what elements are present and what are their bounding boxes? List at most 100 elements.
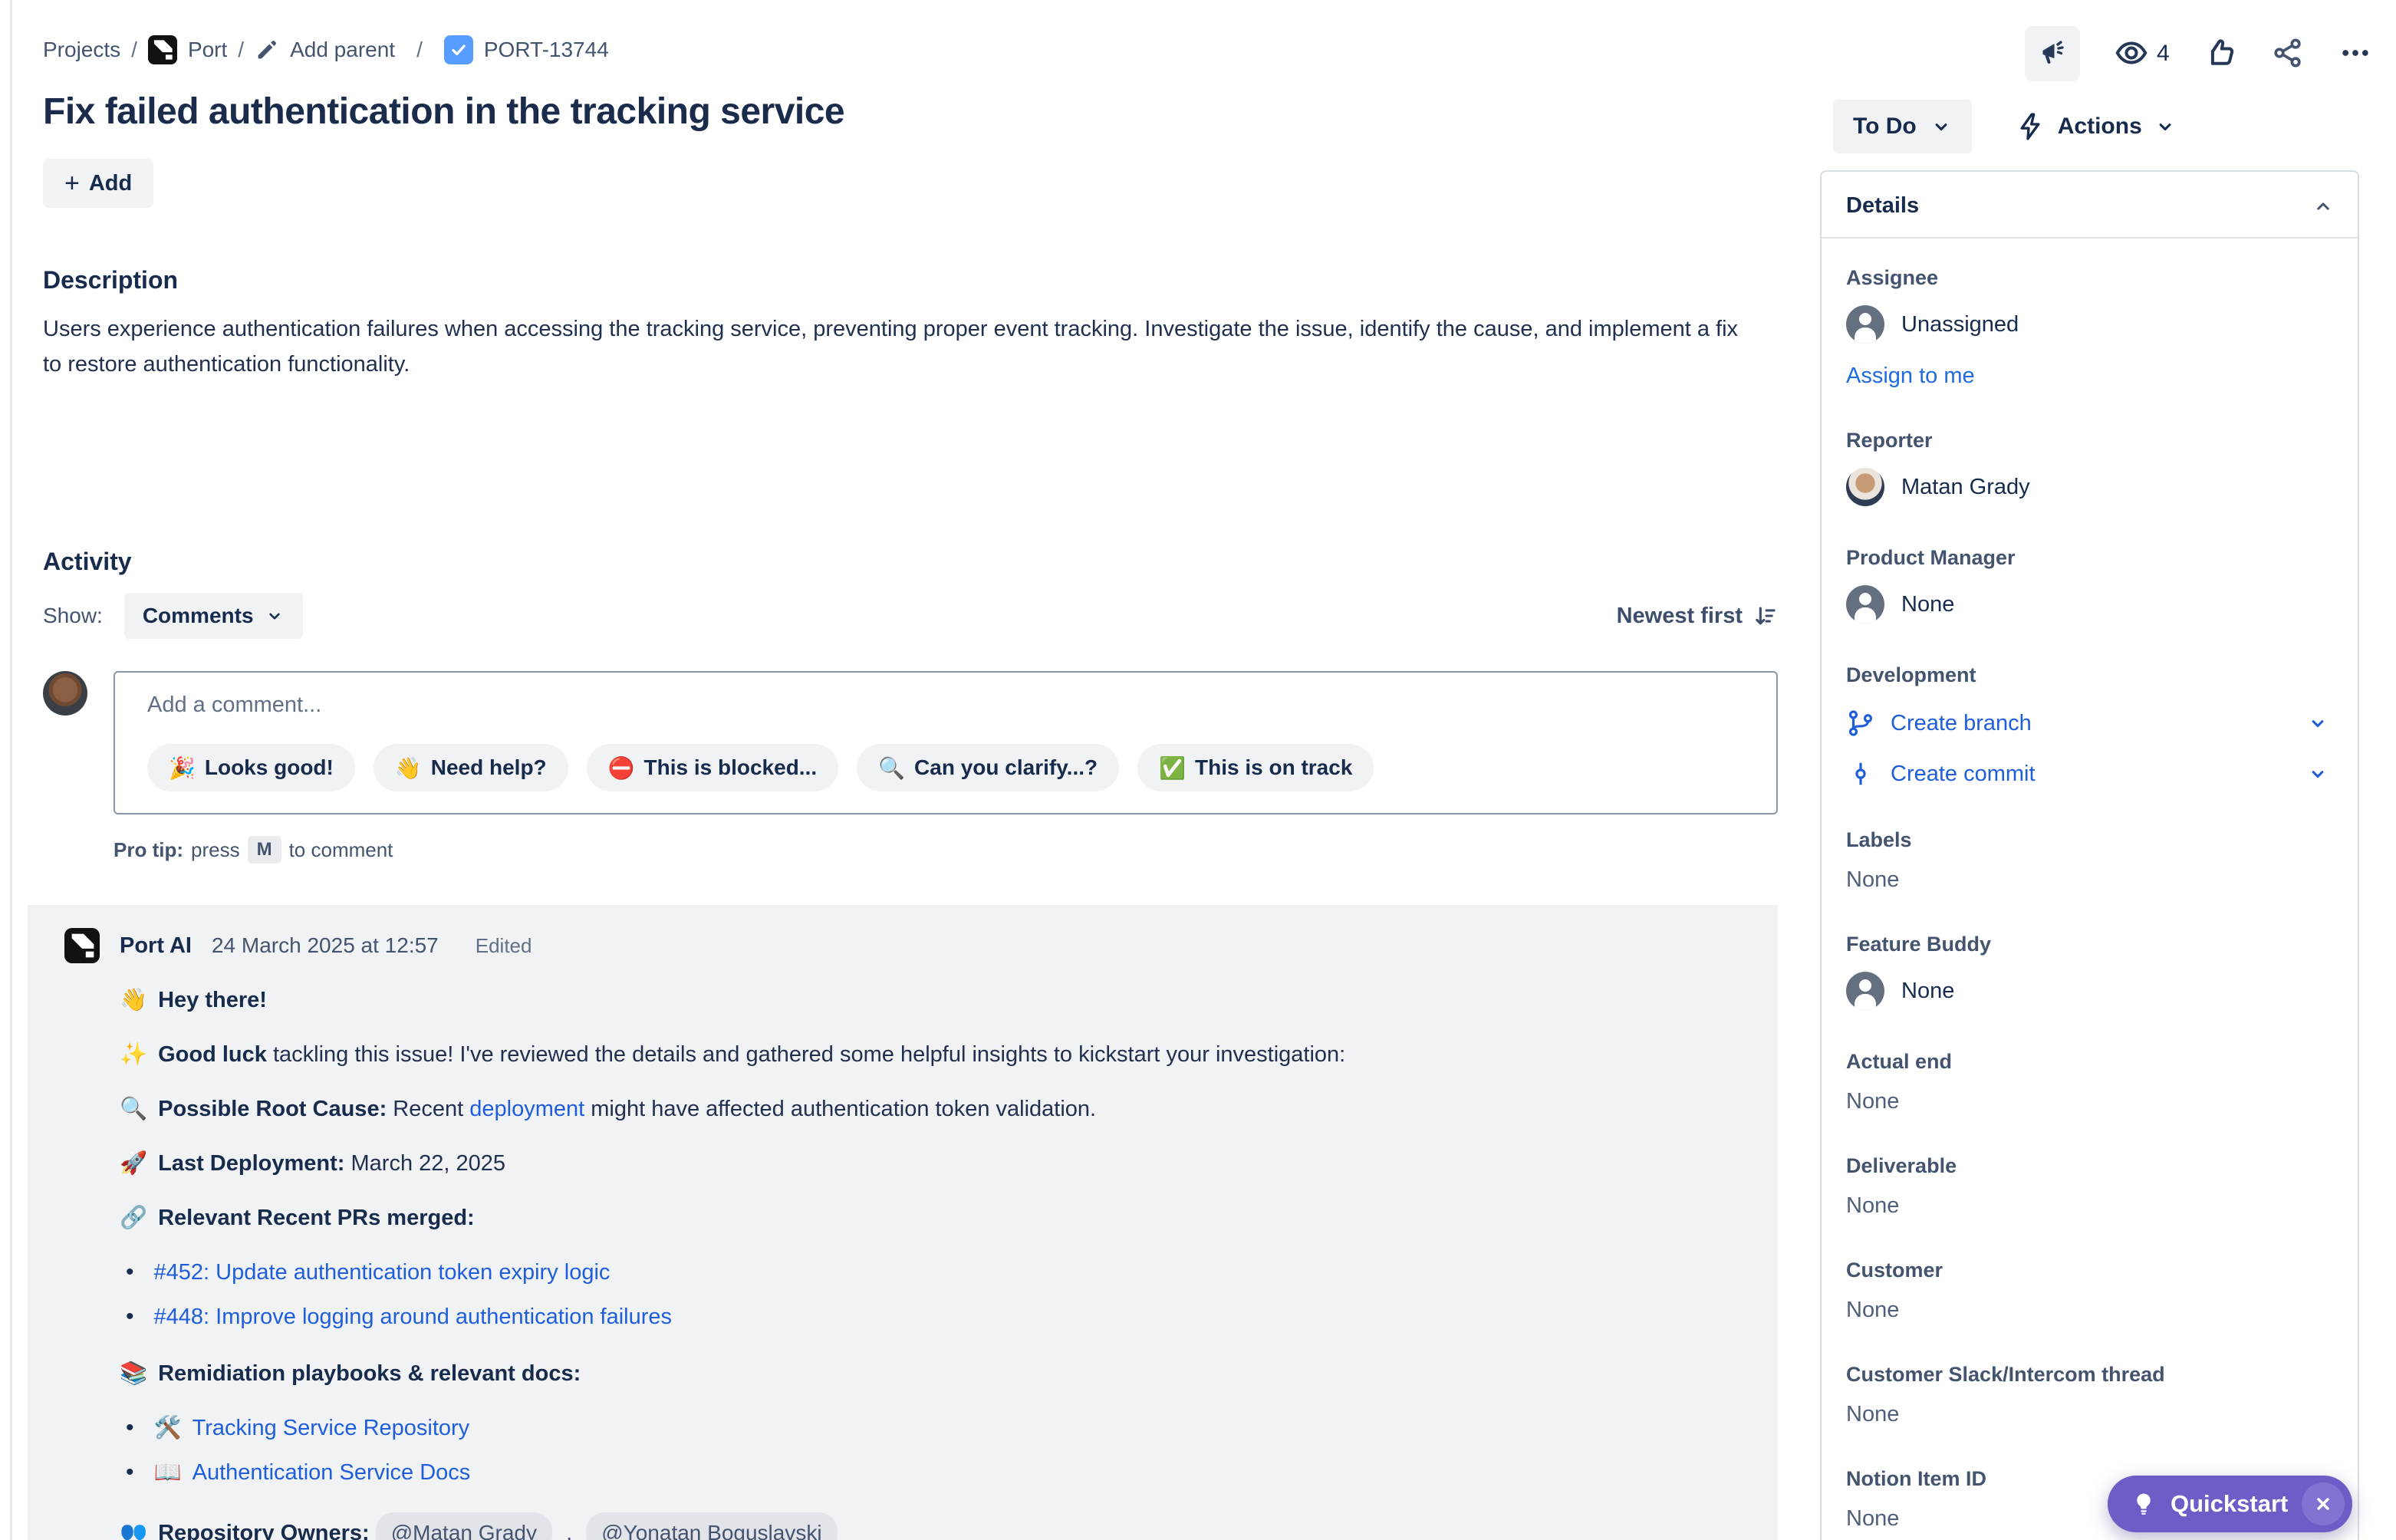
actions-dropdown[interactable]: Actions [2015, 111, 2176, 142]
default-avatar-icon [1846, 305, 1884, 344]
details-fields: Assignee Unassigned Assign to me Reporte… [1822, 239, 2358, 1532]
sparkles-emoji: ✨ [120, 1042, 147, 1067]
customer-value[interactable]: None [1846, 1298, 2333, 1323]
description-heading: Description [43, 266, 1778, 295]
comment-input[interactable]: Add a comment... 🎉Looks good! 👋Need help… [114, 671, 1778, 814]
eye-icon [2114, 35, 2149, 73]
pro-tip: Pro tip: press M to comment [114, 836, 1778, 864]
chip-blocked[interactable]: ⛔This is blocked... [587, 744, 839, 791]
list-item: #452: Update authentication token expiry… [126, 1255, 1778, 1289]
details-panel: Details Assignee Unassigned Assign to me… [1820, 170, 2359, 1540]
share-button[interactable] [2271, 36, 2305, 72]
comment-line-docs: 📚Remidiation playbooks & relevant docs: [120, 1357, 1778, 1390]
comment-composer: Add a comment... 🎉Looks good! 👋Need help… [43, 671, 1778, 814]
labels-value[interactable]: None [1846, 867, 2333, 893]
field-actual-end: Actual end None [1846, 1050, 2333, 1114]
field-assignee: Assignee Unassigned Assign to me [1846, 266, 2333, 389]
watch-button[interactable]: 4 [2114, 35, 2170, 73]
comment-author[interactable]: Port AI [120, 933, 192, 959]
breadcrumb-add-parent[interactable]: Add parent [290, 38, 395, 62]
deliverable-value[interactable]: None [1846, 1193, 2333, 1219]
announcement-button[interactable] [2025, 26, 2080, 81]
reporter-value[interactable]: Matan Grady [1846, 468, 2333, 506]
feature-buddy-value[interactable]: None [1846, 972, 2333, 1010]
slack-thread-value[interactable]: None [1846, 1402, 2333, 1427]
status-dropdown[interactable]: To Do [1833, 100, 1972, 153]
comment-timestamp[interactable]: 24 March 2025 at 12:57 [212, 933, 439, 958]
breadcrumb-issue-key[interactable]: PORT-13744 [484, 38, 609, 62]
status-actions-row: To Do Actions [1833, 100, 2176, 153]
chip-on-track[interactable]: ✅This is on track [1137, 744, 1374, 791]
magnifier-emoji: 🔍 [120, 1097, 147, 1121]
quickstart-close-button[interactable] [2302, 1482, 2345, 1525]
comment-line-hey: 👋Hey there! [120, 983, 1778, 1017]
chevron-up-icon [2312, 195, 2335, 218]
like-button[interactable] [2203, 36, 2237, 72]
breadcrumb-project[interactable]: Port [188, 38, 227, 62]
ellipsis-icon [2338, 36, 2372, 72]
more-actions-button[interactable] [2338, 36, 2372, 72]
list-item: 📖 Authentication Service Docs [126, 1456, 1778, 1489]
description-body[interactable]: Users experience authentication failures… [43, 311, 1753, 382]
field-deliverable: Deliverable None [1846, 1154, 2333, 1219]
pr-448-link[interactable]: #448: Improve logging around authenticat… [154, 1300, 673, 1334]
details-header[interactable]: Details [1822, 172, 2358, 237]
list-item: #448: Improve logging around authenticat… [126, 1300, 1778, 1334]
list-item: 🛠️Tracking Service Repository [126, 1411, 1778, 1445]
assign-to-me-link[interactable]: Assign to me [1846, 364, 1975, 389]
chevron-down-icon [2307, 763, 2329, 785]
git-branch-icon [1846, 709, 1875, 738]
quickstart-button[interactable]: Quickstart [2108, 1476, 2352, 1532]
open-book-emoji: 📖 [154, 1456, 182, 1489]
tracking-repo-link[interactable]: Tracking Service Repository [193, 1411, 470, 1445]
assignee-value[interactable]: Unassigned [1846, 305, 2333, 344]
chip-looks-good[interactable]: 🎉Looks good! [147, 744, 355, 791]
comment-header: Port AI 24 March 2025 at 12:57 Edited [64, 928, 1778, 963]
comment-placeholder: Add a comment... [147, 693, 1744, 718]
create-branch-button[interactable]: Create branch [1846, 709, 2333, 738]
field-product-manager: Product Manager None [1846, 546, 2333, 624]
issue-toolbar: 4 [2025, 26, 2372, 81]
link-emoji: 🔗 [120, 1206, 147, 1230]
actual-end-value[interactable]: None [1846, 1089, 2333, 1114]
activity-heading: Activity [43, 548, 1778, 576]
current-user-avatar[interactable] [43, 671, 87, 716]
watch-count: 4 [2157, 41, 2170, 67]
pencil-icon [255, 38, 279, 62]
thumbs-up-icon [2203, 36, 2237, 72]
people-emoji: 👥 [120, 1521, 147, 1540]
pr-link-list: #452: Update authentication token expiry… [126, 1255, 1778, 1334]
quick-reply-chips: 🎉Looks good! 👋Need help? ⛔This is blocke… [147, 744, 1744, 791]
doc-link-list: 🛠️Tracking Service Repository 📖 Authentic… [126, 1411, 1778, 1489]
pr-452-link[interactable]: #452: Update authentication token expiry… [154, 1255, 611, 1289]
chevron-down-icon [265, 606, 285, 626]
comment-line-goodluck: ✨Good luck tackling this issue! I've rev… [120, 1038, 1778, 1071]
chip-clarify[interactable]: 🔍Can you clarify...? [857, 744, 1119, 791]
left-rail-divider [10, 0, 12, 1540]
filter-dropdown[interactable]: Comments [124, 593, 303, 639]
field-customer: Customer None [1846, 1259, 2333, 1323]
auth-docs-link[interactable]: Authentication Service Docs [193, 1456, 471, 1489]
deployment-link[interactable]: deployment [469, 1097, 584, 1121]
details-title: Details [1846, 193, 1919, 219]
lightning-icon [2015, 111, 2045, 142]
product-manager-value[interactable]: None [1846, 585, 2333, 624]
create-commit-button[interactable]: Create commit [1846, 759, 2333, 788]
comment-line-owners: 👥Repository Owners: @Matan Grady , @Yona… [120, 1512, 1778, 1540]
breadcrumb: Projects / Port / Add parent / [43, 35, 1778, 64]
plus-icon: + [64, 170, 80, 196]
mention-matan-grady[interactable]: @Matan Grady [376, 1512, 552, 1540]
wave-emoji: 👋 [120, 988, 147, 1012]
issue-page: 4 [0, 0, 2396, 1540]
chevron-down-icon [2154, 116, 2176, 137]
add-button[interactable]: + Add [43, 159, 153, 208]
mention-yonatan-boguslavski[interactable]: @Yonatan Boguslavski [586, 1512, 837, 1540]
breadcrumb-projects[interactable]: Projects [43, 38, 120, 62]
field-feature-buddy: Feature Buddy None [1846, 933, 2333, 1010]
comment-line-deployment: 🚀Last Deployment: March 22, 2025 [120, 1147, 1778, 1180]
git-commit-icon [1846, 759, 1875, 788]
chip-need-help[interactable]: 👋Need help? [374, 744, 568, 791]
sort-order-button[interactable]: Newest first [1617, 603, 1778, 629]
activity-filter-row: Show: Comments Newest first [43, 593, 1778, 639]
rocket-emoji: 🚀 [120, 1151, 147, 1176]
